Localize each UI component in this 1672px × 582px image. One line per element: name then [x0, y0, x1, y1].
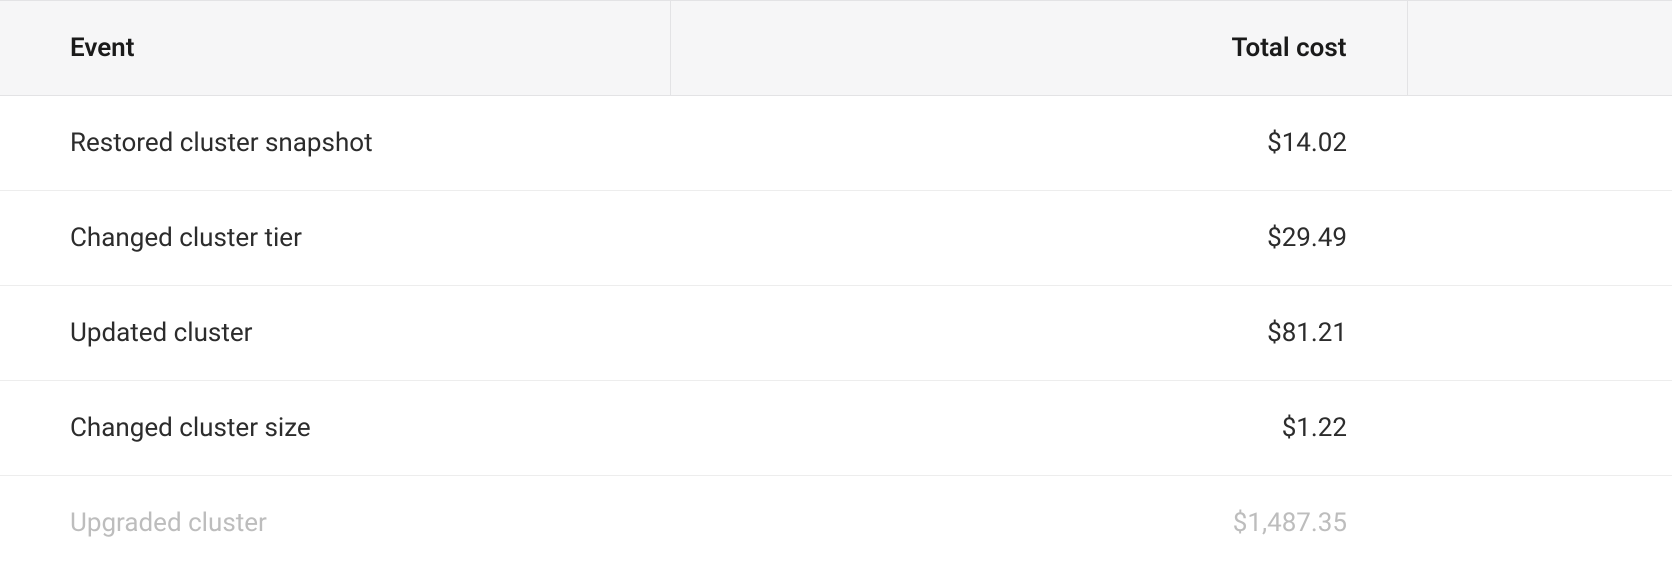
column-header-extra [1407, 1, 1672, 96]
cost-events-table: Event Total cost Restored cluster snapsh… [0, 0, 1672, 570]
extra-cell [1407, 381, 1672, 476]
event-cell: Updated cluster [0, 286, 670, 381]
extra-cell [1407, 476, 1672, 571]
extra-cell [1407, 96, 1672, 191]
table-header-row: Event Total cost [0, 1, 1672, 96]
table-row[interactable]: Changed cluster tier $29.49 [0, 191, 1672, 286]
column-header-total-cost[interactable]: Total cost [670, 1, 1407, 96]
table-row[interactable]: Updated cluster $81.21 [0, 286, 1672, 381]
table-row[interactable]: Upgraded cluster $1,487.35 [0, 476, 1672, 571]
cost-cell: $1.22 [670, 381, 1407, 476]
event-cell: Upgraded cluster [0, 476, 670, 571]
event-cell: Changed cluster tier [0, 191, 670, 286]
cost-cell: $29.49 [670, 191, 1407, 286]
event-cell: Changed cluster size [0, 381, 670, 476]
event-cell: Restored cluster snapshot [0, 96, 670, 191]
table-row[interactable]: Restored cluster snapshot $14.02 [0, 96, 1672, 191]
cost-cell: $1,487.35 [670, 476, 1407, 571]
cost-cell: $14.02 [670, 96, 1407, 191]
column-header-event[interactable]: Event [0, 1, 670, 96]
cost-cell: $81.21 [670, 286, 1407, 381]
extra-cell [1407, 191, 1672, 286]
table-row[interactable]: Changed cluster size $1.22 [0, 381, 1672, 476]
extra-cell [1407, 286, 1672, 381]
